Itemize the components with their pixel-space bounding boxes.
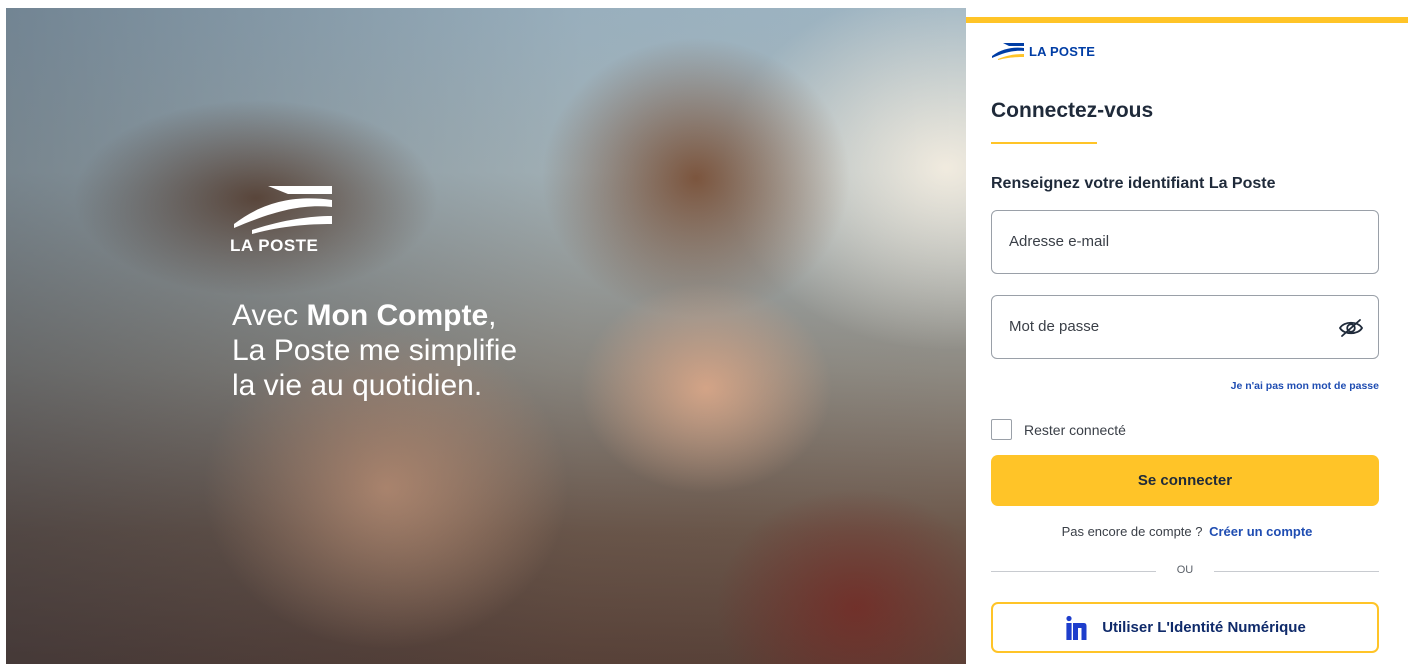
tagline-text: Avec	[232, 299, 307, 332]
form-subtitle: Renseignez votre identifiant La Poste	[991, 175, 1276, 192]
brand-text: LA POSTE	[1029, 43, 1096, 59]
hero-logo-text: LA POSTE	[230, 236, 319, 255]
page-title: Connectez-vous	[991, 99, 1154, 122]
title-underline	[991, 142, 1097, 144]
la-poste-logo-icon	[992, 43, 1024, 60]
identite-numerique-icon	[1066, 615, 1087, 640]
identite-numerique-label: Utiliser L'Identité Numérique	[1102, 619, 1306, 636]
remember-checkbox[interactable]	[991, 419, 1012, 440]
la-poste-logo-icon	[234, 186, 332, 234]
create-account-link[interactable]: Créer un compte	[1209, 524, 1312, 539]
login-panel: LA POSTE Connectez-vous Renseignez votre…	[966, 17, 1408, 664]
hero-image: LA POSTE Avec Mon Compte, La Poste me si…	[6, 8, 966, 664]
tagline-line-1: Avec Mon Compte,	[232, 298, 517, 333]
password-field[interactable]: Mot de passe	[991, 295, 1379, 359]
tagline-bold: Mon Compte	[306, 299, 489, 332]
remember-me[interactable]: Rester connecté	[991, 419, 1126, 440]
tagline-comma: ,	[488, 299, 497, 332]
signup-prompt: Pas encore de compte ? Créer un compte	[966, 524, 1408, 539]
password-placeholder: Mot de passe	[1009, 318, 1100, 335]
hero-logo: LA POSTE	[228, 184, 338, 256]
email-field[interactable]: Adresse e-mail	[991, 210, 1379, 274]
top-bar	[0, 0, 1408, 8]
remember-label[interactable]: Rester connecté	[1024, 422, 1126, 438]
email-placeholder: Adresse e-mail	[1009, 233, 1110, 250]
or-divider: OU	[991, 564, 1379, 578]
forgot-password-link[interactable]: Je n'ai pas mon mot de passe	[1231, 380, 1379, 392]
login-button[interactable]: Se connecter	[991, 455, 1379, 506]
hero-tagline: Avec Mon Compte, La Poste me simplifie l…	[232, 298, 517, 403]
eye-icon[interactable]	[1338, 317, 1364, 339]
divider-line-right	[1214, 571, 1379, 572]
tagline-line-3: la vie au quotidien.	[232, 369, 483, 402]
tagline-line-2: La Poste me simplifie	[232, 334, 518, 367]
signup-text: Pas encore de compte ?	[1061, 524, 1203, 539]
brand-header[interactable]: LA POSTE	[991, 42, 1095, 60]
identite-numerique-button[interactable]: Utiliser L'Identité Numérique	[991, 602, 1379, 653]
or-label: OU	[1176, 564, 1194, 576]
